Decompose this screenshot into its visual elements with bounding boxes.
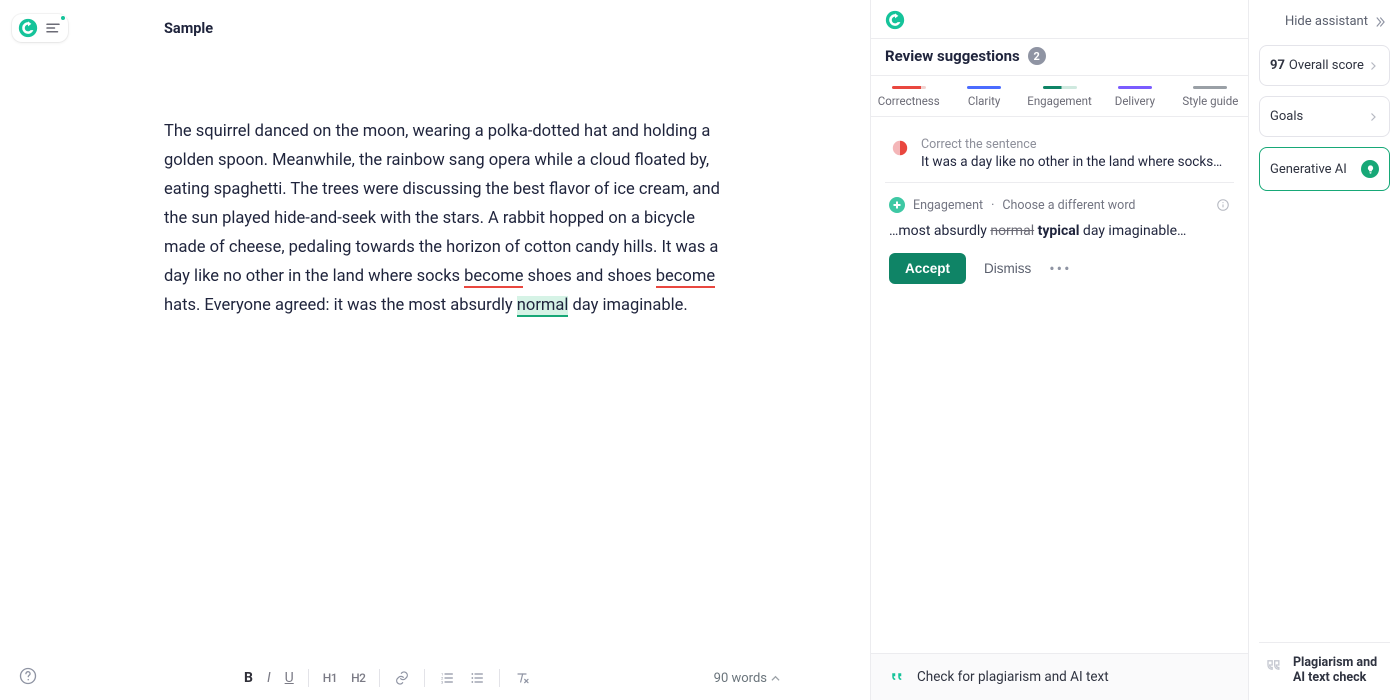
diff-new: typical (1038, 223, 1080, 239)
editor-footer: B I U H1 H2 123 (80, 656, 870, 700)
editor-column: Sample The squirrel danced on the moon, … (80, 0, 870, 700)
link-button[interactable] (394, 670, 410, 686)
left-rail (0, 0, 80, 700)
suggestions-panel: Review suggestions 2 Correctness Clarity… (870, 0, 1248, 700)
plagiarism-line1: Plagiarism and (1293, 655, 1377, 671)
lightbulb-icon (1361, 160, 1379, 178)
suggestions-header (871, 0, 1248, 38)
logo-cluster[interactable] (12, 14, 68, 42)
italic-button[interactable]: I (267, 670, 271, 686)
document-title[interactable]: Sample (164, 20, 780, 37)
quote-icon (887, 668, 905, 686)
word-count-label: 90 words (714, 671, 767, 686)
score-label: Overall score (1289, 58, 1364, 73)
dismiss-button[interactable]: Dismiss (984, 261, 1031, 276)
caret-up-icon (771, 674, 780, 683)
engagement-dot-icon (889, 197, 905, 213)
tab-label: Engagement (1027, 94, 1091, 108)
quote-outline-icon (1263, 655, 1283, 686)
h2-button[interactable]: H2 (351, 671, 365, 685)
suggestion-diff: …most absurdly normal typical day imagin… (885, 221, 1234, 249)
diff-post: day imaginable… (1079, 223, 1186, 239)
diff-old: normal (990, 223, 1034, 239)
text-segment[interactable]: hats. Everyone agreed: it was the most a… (164, 296, 517, 315)
tab-delivery[interactable]: Delivery (1097, 76, 1172, 116)
clear-format-button[interactable] (514, 670, 530, 686)
chevron-right-icon (1367, 60, 1379, 72)
correctness-dot-icon (889, 137, 911, 159)
tab-label: Style guide (1182, 94, 1238, 108)
diff-pre: …most absurdly (889, 223, 990, 239)
tab-label: Correctness (878, 94, 940, 108)
generative-ai-card[interactable]: Generative AI (1259, 147, 1390, 191)
suggestion-category: Engagement (913, 198, 983, 213)
numbered-list-button[interactable]: 123 (439, 670, 455, 686)
text-segment[interactable]: shoes and shoes (523, 267, 655, 286)
bullet-list-button[interactable] (469, 670, 485, 686)
assistant-rail: Hide assistant 97 Overall score Goals Ge… (1248, 0, 1400, 700)
suggestion-card-engagement-header[interactable]: Engagement · Choose a different word (885, 183, 1234, 221)
plagiarism-line2: AI text check (1293, 670, 1377, 686)
generative-ai-label: Generative AI (1270, 162, 1347, 177)
engagement-highlight[interactable]: normal (517, 296, 569, 317)
tab-label: Delivery (1115, 94, 1155, 108)
tab-engagement[interactable]: Engagement (1022, 76, 1097, 116)
tab-style-guide[interactable]: Style guide (1173, 76, 1248, 116)
format-toolbar: B I U H1 H2 123 (244, 669, 530, 687)
info-icon[interactable] (1216, 198, 1230, 212)
chevron-double-right-icon (1372, 15, 1388, 29)
sidebar-toggle-icon (44, 19, 62, 37)
hide-assistant-label: Hide assistant (1285, 14, 1368, 29)
suggestion-hint: Choose a different word (1002, 198, 1135, 213)
bold-button[interactable]: B (244, 670, 253, 686)
help-button[interactable] (18, 666, 38, 686)
review-title: Review suggestions (885, 47, 1020, 65)
correctness-underline[interactable]: become (656, 267, 715, 288)
text-segment[interactable]: The squirrel danced on the moon, wearing… (164, 122, 720, 286)
suggestion-label: Correct the sentence (921, 137, 1222, 152)
suggestion-card-correctness[interactable]: Correct the sentence It was a day like n… (885, 127, 1234, 183)
plagiarism-check-footer[interactable]: Check for plagiarism and AI text (871, 653, 1248, 700)
underline-button[interactable]: U (285, 670, 294, 686)
goals-label: Goals (1270, 109, 1303, 124)
suggestion-preview: It was a day like no other in the land w… (921, 154, 1222, 170)
plagiarism-footer-label: Check for plagiarism and AI text (917, 669, 1109, 685)
chevron-right-icon (1367, 111, 1379, 123)
tab-correctness[interactable]: Correctness (871, 76, 946, 116)
svg-text:3: 3 (441, 679, 443, 684)
suggestion-tabs: Correctness Clarity Engagement Delivery … (871, 75, 1248, 117)
h1-button[interactable]: H1 (323, 671, 337, 685)
score-number: 97 (1270, 58, 1285, 73)
grammarly-logo-icon (885, 10, 905, 30)
correctness-underline[interactable]: become (464, 267, 523, 288)
grammarly-logo-icon (18, 18, 38, 38)
goals-card[interactable]: Goals (1259, 96, 1390, 137)
review-title-row: Review suggestions 2 (871, 39, 1248, 75)
suggestion-count-badge: 2 (1028, 47, 1046, 65)
overall-score-card[interactable]: 97 Overall score (1259, 45, 1390, 86)
tab-label: Clarity (968, 94, 1000, 108)
accept-button[interactable]: Accept (889, 253, 966, 284)
plagiarism-card[interactable]: Plagiarism and AI text check (1259, 642, 1390, 690)
tab-clarity[interactable]: Clarity (946, 76, 1021, 116)
document-body[interactable]: The squirrel danced on the moon, wearing… (164, 117, 724, 320)
suggestion-actions: Accept Dismiss ••• (885, 249, 1234, 288)
text-segment[interactable]: day imaginable. (568, 296, 687, 315)
more-options-icon[interactable]: ••• (1049, 259, 1071, 278)
suggestion-list: Correct the sentence It was a day like n… (871, 117, 1248, 298)
word-count[interactable]: 90 words (714, 671, 780, 686)
hide-assistant-button[interactable]: Hide assistant (1259, 10, 1390, 35)
